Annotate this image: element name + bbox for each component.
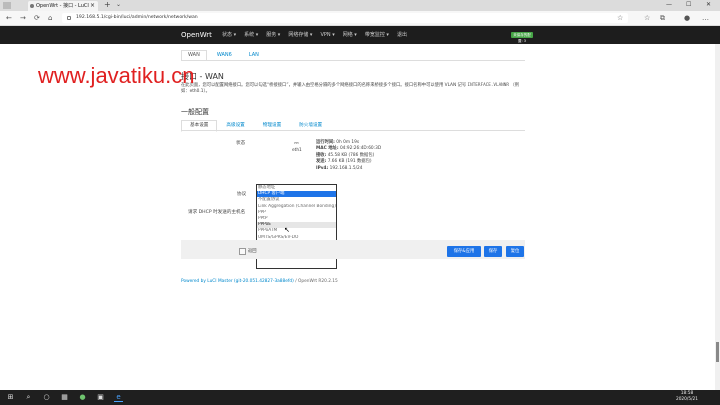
- menu-services[interactable]: 服务 ▾: [266, 31, 280, 39]
- tab-list-chevron-icon[interactable]: ⌄: [116, 0, 121, 10]
- back-to-overview-label[interactable]: 返回: [248, 248, 257, 254]
- windows-taskbar: ⊞ ⌕ ○ ▦ ● ▣ e: [0, 390, 720, 405]
- brand-logo[interactable]: OpenWrt: [181, 30, 212, 40]
- tab-title: OpenWrt - 接口 - LuCI: [36, 3, 89, 9]
- description-text: 在此页面，您可以配置网络接口。您可以勾选“桥接接口”，并输入由空格分隔的多个网络…: [181, 83, 467, 88]
- reload-icon[interactable]: ⟳: [34, 14, 40, 23]
- tab-favicon-icon: [30, 4, 34, 8]
- tab-divider: [181, 60, 525, 61]
- browser-toolbar: ← → ⟳ ⌂ 192.168.5.1/cgi-bin/luci/admin/n…: [0, 11, 720, 26]
- uptime-value: 0h 0m 19s: [336, 140, 360, 145]
- bookmark-star-icon[interactable]: ☆: [617, 14, 623, 23]
- settings-tab-divider: [181, 130, 525, 131]
- page-scrollbar[interactable]: [715, 44, 720, 390]
- section-title: 一般配置: [181, 108, 209, 116]
- search-icon[interactable]: ⌕: [24, 393, 33, 402]
- collections-icon[interactable]: ⧉: [660, 14, 665, 23]
- page-description: 在此页面，您可以配置网络接口。您可以勾选“桥接接口”，并输入由空格分隔的多个网络…: [181, 83, 521, 95]
- site-info-icon[interactable]: [67, 16, 71, 20]
- menu-status[interactable]: 状态 ▾: [222, 31, 236, 39]
- footer: Powered by LuCI Master (git-20.051.42827…: [181, 279, 338, 284]
- browser-tab-bar: OpenWrt - 接口 - LuCI × + ⌄ — ☐ ✕: [0, 0, 720, 11]
- home-icon[interactable]: ⌂: [48, 14, 52, 23]
- main-menu: 状态 ▾ 系统 ▾ 服务 ▾ 网络存储 ▾ VPN ▾ 网络 ▾ 带宽监控 ▾ …: [222, 31, 407, 39]
- maximize-button[interactable]: ☐: [686, 0, 691, 10]
- hostname-label: 请求 DHCP 时发送的主机名: [188, 210, 246, 215]
- ethernet-port-icon: ⎓: [294, 140, 299, 147]
- watermark: www.javatiku.cn: [38, 63, 195, 88]
- protocol-label: 协议: [237, 192, 247, 197]
- tx-label: 发送:: [316, 159, 327, 165]
- footer-version: / OpenWrt R20.2.15: [293, 279, 338, 284]
- browser-taskbar-icon[interactable]: e: [114, 393, 123, 402]
- protocol-option-bonding[interactable]: Link Aggregation (Channel Bonding): [257, 204, 336, 210]
- reset-button[interactable]: 复位: [506, 246, 524, 257]
- url-text: 192.168.5.1/cgi-bin/luci/admin/network/n…: [76, 15, 198, 20]
- mac-label: MAC 地址:: [316, 146, 339, 152]
- unsaved-changes-badge[interactable]: 未保存的配置: 3: [511, 32, 533, 43]
- menu-vpn[interactable]: VPN ▾: [320, 31, 334, 39]
- menu-system[interactable]: 系统 ▾: [244, 31, 258, 39]
- forward-icon[interactable]: →: [20, 14, 26, 23]
- mouse-cursor-icon: ↖: [284, 226, 290, 234]
- close-window-button[interactable]: ✕: [706, 0, 711, 10]
- ipv4-value: 192.168.1.5/24: [329, 165, 363, 171]
- back-icon[interactable]: ←: [6, 14, 12, 23]
- browser-tab[interactable]: OpenWrt - 接口 - LuCI ×: [28, 1, 98, 11]
- menu-bandwidth[interactable]: 带宽监控 ▾: [365, 31, 389, 39]
- mac-value: 04:92:26:4D:60:3D: [339, 146, 382, 152]
- tab-close-icon[interactable]: ×: [90, 1, 95, 11]
- menu-nas[interactable]: 网络存储 ▾: [288, 31, 312, 39]
- windows-start-icon[interactable]: ⊞: [6, 393, 15, 402]
- browser-menu-icon[interactable]: …: [702, 14, 709, 23]
- ipv4-label: IPv4:: [316, 165, 329, 171]
- minimize-button[interactable]: —: [666, 0, 672, 10]
- taskbar-clock[interactable]: 18:58 2020/5/21: [672, 391, 702, 403]
- description-code: INTERFACE.VLANNR: [467, 83, 509, 88]
- uptime-label: 运行时间:: [316, 140, 335, 145]
- status-info: 运行时间: 0h 0m 19s MAC 地址: 04:92:26:4D:60:3…: [316, 140, 381, 172]
- status-label: 状态: [236, 141, 246, 146]
- luci-header: OpenWrt 状态 ▾ 系统 ▾ 服务 ▾ 网络存储 ▾ VPN ▾ 网络 ▾…: [0, 26, 720, 44]
- save-button[interactable]: 保存: [484, 246, 502, 257]
- profile-icon[interactable]: ●: [684, 14, 690, 23]
- address-bar[interactable]: 192.168.5.1/cgi-bin/luci/admin/network/n…: [62, 13, 628, 23]
- tx-value: 7.66 KB (191 数据包): [327, 159, 372, 165]
- menu-logout[interactable]: 退出: [397, 31, 407, 39]
- save-apply-button[interactable]: 保存&应用: [447, 246, 481, 257]
- device-name: eth1: [292, 148, 302, 153]
- scrollbar-thumb[interactable]: [716, 342, 719, 362]
- taskbar-app-icon[interactable]: ▣: [96, 393, 105, 402]
- favorites-icon[interactable]: ☆: [644, 14, 650, 23]
- rx-label: 接收:: [316, 152, 327, 158]
- window-menu-icon[interactable]: [3, 2, 11, 9]
- back-to-overview-icon[interactable]: [239, 248, 246, 255]
- rx-value: 45.58 KB (786 数据包): [327, 152, 375, 158]
- taskbar-app-icon[interactable]: ●: [78, 393, 87, 402]
- new-tab-button[interactable]: +: [104, 0, 111, 10]
- clock-date: 2020/5/21: [675, 397, 699, 402]
- menu-network[interactable]: 网络 ▾: [343, 31, 357, 39]
- footer-luci-link[interactable]: Powered by LuCI Master (git-20.051.42827…: [181, 279, 294, 284]
- taskbar-app-icon[interactable]: ▦: [60, 393, 69, 402]
- task-view-icon[interactable]: ○: [42, 393, 51, 402]
